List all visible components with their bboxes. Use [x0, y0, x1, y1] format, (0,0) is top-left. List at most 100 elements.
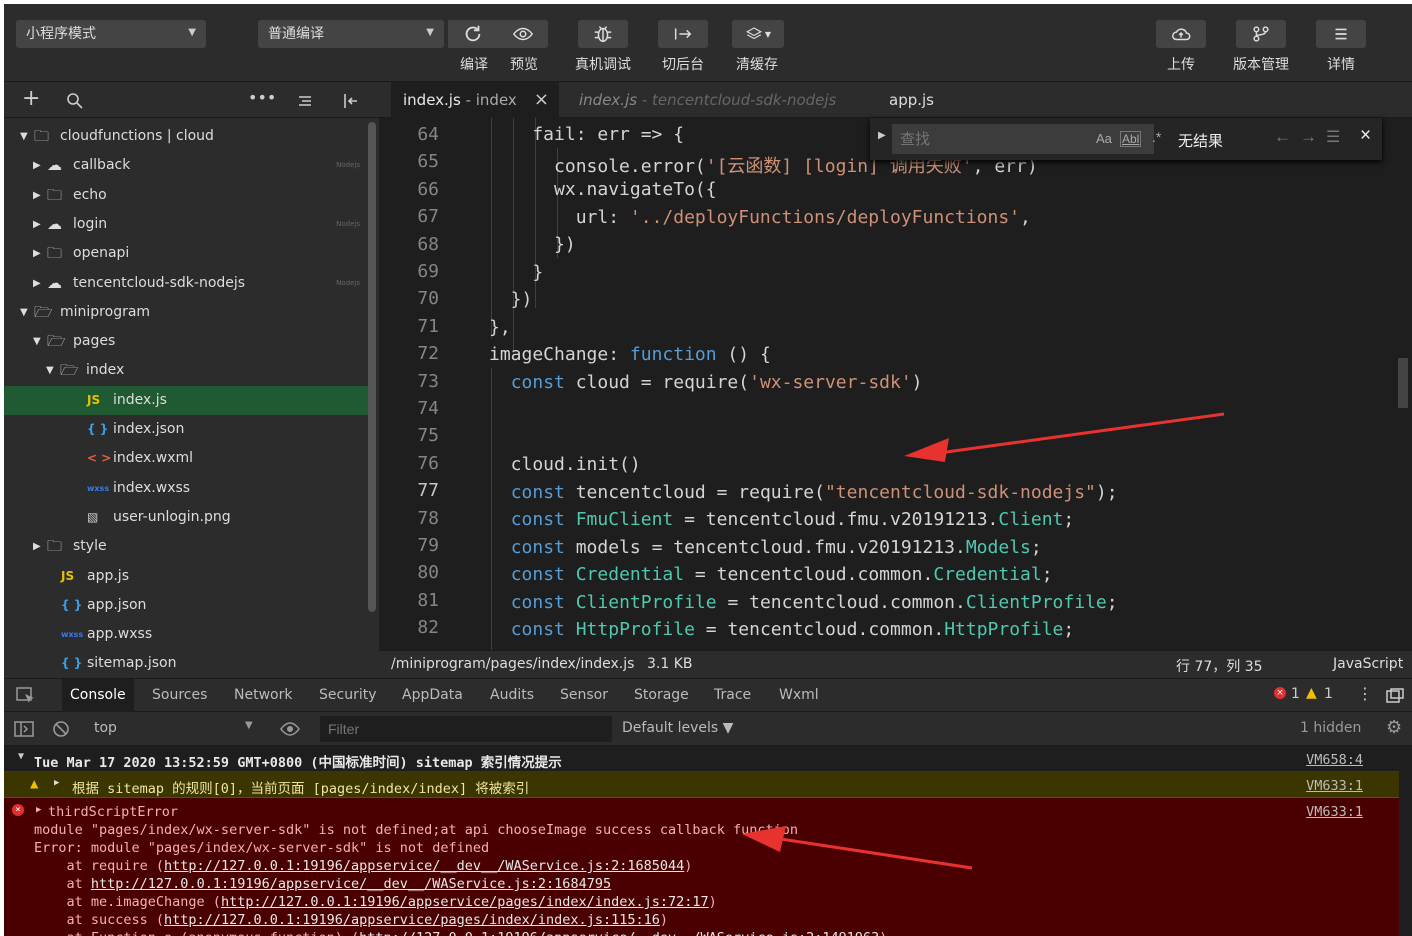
device-debug-button[interactable]: [578, 20, 628, 48]
expand-arrow-icon[interactable]: ▼: [18, 751, 24, 762]
inspect-icon[interactable]: [16, 687, 36, 705]
warning-count[interactable]: 1: [1324, 686, 1333, 702]
tab-index-js-sdk[interactable]: index.js - tencentcloud-sdk-nodejs: [567, 82, 848, 118]
tree-item[interactable]: wxss index.wxss: [4, 474, 368, 503]
tree-item[interactable]: ▶ ☁ callback Nodejs: [4, 151, 368, 180]
devtools-tab-wxml[interactable]: Wxml: [771, 679, 827, 712]
tree-item[interactable]: { } sitemap.json: [4, 649, 368, 678]
add-icon[interactable]: +: [22, 86, 40, 111]
code-editor[interactable]: 64 65 66 67 68 69 70 71 72 73 74 75 76 77 78 79 80 81 82 f…: [379, 118, 1412, 650]
expand-arrow-icon[interactable]: ▼: [33, 327, 41, 356]
devtools-tab-network[interactable]: Network: [226, 679, 300, 712]
menu-lines-icon: [1335, 28, 1347, 40]
collapsed-arrow-icon[interactable]: ▶: [33, 269, 41, 298]
tree-item[interactable]: JS app.js: [4, 562, 368, 591]
tree-item[interactable]: ▼ 🗁 miniprogram: [4, 298, 368, 327]
tab-index-js[interactable]: index.js - index ×: [391, 82, 559, 118]
upload-button[interactable]: [1156, 20, 1206, 48]
match-case-toggle[interactable]: Aa: [1096, 131, 1112, 146]
error-message: module "pages/index/wx-server-sdk" is no…: [34, 822, 799, 838]
close-icon[interactable]: ×: [534, 82, 549, 118]
console-filter-input[interactable]: [320, 716, 612, 742]
language-mode[interactable]: JavaScript: [1333, 656, 1403, 672]
find-result: 无结果: [1178, 133, 1224, 150]
devtools-tab-sources[interactable]: Sources: [144, 679, 215, 712]
cursor-position[interactable]: 行 77，列 35: [1176, 656, 1263, 676]
collapsed-arrow-icon[interactable]: ▶: [33, 239, 41, 268]
collapsed-arrow-icon[interactable]: ▶: [33, 151, 41, 180]
gear-icon[interactable]: ⚙: [1386, 717, 1402, 738]
tree-item[interactable]: ▼ 🗁 pages: [4, 327, 368, 356]
source-link[interactable]: VM633:1: [1306, 778, 1363, 794]
arrow-right-icon[interactable]: →: [1300, 127, 1317, 147]
stack-link[interactable]: http://127.0.0.1:19196/appservice/__dev_…: [359, 930, 879, 936]
preview-button[interactable]: [498, 20, 548, 48]
editor-scrollbar[interactable]: [1398, 358, 1408, 408]
version-button[interactable]: [1236, 20, 1286, 48]
mode-select[interactable]: 小程序模式 ▼: [16, 20, 206, 48]
chevron-right-icon[interactable]: ▶: [878, 130, 886, 141]
details-button[interactable]: [1316, 20, 1366, 48]
clear-cache-button[interactable]: ▼: [732, 20, 784, 48]
search-icon[interactable]: [66, 92, 84, 110]
devtools-tab-trace[interactable]: Trace: [706, 679, 759, 712]
tree-item[interactable]: ▼ 🗀 cloudfunctions | cloud: [4, 122, 368, 151]
tree-item[interactable]: ▶ ☁ tencentcloud-sdk-nodejs Nodejs: [4, 269, 368, 298]
dock-icon[interactable]: [1386, 688, 1404, 704]
devtools-tab-sensor[interactable]: Sensor: [552, 679, 616, 712]
tree-item[interactable]: ▧ user-unlogin.png: [4, 503, 368, 532]
expand-arrow-icon[interactable]: ▼: [46, 356, 54, 385]
regex-toggle[interactable]: .*: [1152, 129, 1161, 145]
selection-icon[interactable]: ☰: [1326, 127, 1340, 147]
tree-item[interactable]: { } app.json: [4, 591, 368, 620]
collapsed-arrow-icon[interactable]: ▶: [33, 210, 41, 239]
eye-icon[interactable]: [280, 722, 300, 736]
compile-button[interactable]: [448, 20, 498, 48]
error-count[interactable]: 1: [1291, 686, 1300, 702]
clear-console-icon[interactable]: [52, 720, 70, 738]
sidebar-toggle-icon[interactable]: [14, 721, 34, 737]
collapse-all-icon[interactable]: [296, 92, 314, 110]
compile-select[interactable]: 普通编译 ▼: [258, 20, 444, 48]
tab-app-js[interactable]: app.js: [877, 82, 946, 118]
tree-item[interactable]: ▶ 🗀 openapi: [4, 239, 368, 268]
source-link[interactable]: VM658:4: [1306, 752, 1363, 768]
stack-link[interactable]: http://127.0.0.1:19196/appservice/pages/…: [221, 894, 709, 910]
chevron-down-icon[interactable]: ▼: [245, 720, 253, 731]
background-button[interactable]: [658, 20, 708, 48]
close-icon[interactable]: ×: [1360, 125, 1371, 147]
tree-item[interactable]: { } index.json: [4, 415, 368, 444]
log-levels-select[interactable]: Default levels ▼: [622, 720, 733, 736]
tree-item[interactable]: ▶ ☁ login Nodejs: [4, 210, 368, 239]
devtools-tab-console[interactable]: Console: [62, 679, 134, 712]
devtools-tab-appdata[interactable]: AppData: [394, 679, 471, 712]
match-word-toggle[interactable]: Abl: [1120, 131, 1142, 147]
expand-arrow-icon[interactable]: ▼: [20, 298, 28, 327]
more-icon[interactable]: •••: [248, 88, 276, 107]
console-group[interactable]: ▼ Tue Mar 17 2020 13:52:59 GMT+0800 (中国标…: [4, 746, 1399, 772]
expand-arrow-icon[interactable]: ▶: [54, 778, 59, 788]
tree-item[interactable]: ▶ 🗀 style: [4, 532, 368, 561]
toggle-sidebar-icon[interactable]: [341, 91, 361, 111]
source-link[interactable]: VM633:1: [1306, 804, 1363, 820]
stack-link[interactable]: http://127.0.0.1:19196/appservice/pages/…: [164, 912, 660, 928]
stack-link[interactable]: http://127.0.0.1:19196/appservice/__dev_…: [164, 858, 684, 874]
sidebar-scrollbar[interactable]: [368, 122, 376, 612]
stack-link[interactable]: http://127.0.0.1:19196/appservice/__dev_…: [91, 876, 611, 892]
expand-arrow-icon[interactable]: ▼: [20, 122, 28, 151]
kebab-menu-icon[interactable]: ⋮: [1357, 684, 1373, 703]
tree-item[interactable]: ▶ 🗀 echo: [4, 181, 368, 210]
expand-arrow-icon[interactable]: ▶: [36, 805, 41, 815]
collapsed-arrow-icon[interactable]: ▶: [33, 532, 41, 561]
tree-item[interactable]: JS index.js: [4, 385, 368, 415]
devtools-tab-storage[interactable]: Storage: [626, 679, 697, 712]
arrow-left-icon[interactable]: ←: [1274, 127, 1291, 147]
find-input[interactable]: [892, 124, 1154, 154]
context-select[interactable]: top: [94, 720, 117, 736]
devtools-tab-security[interactable]: Security: [311, 679, 385, 712]
tree-item[interactable]: < > index.wxml: [4, 444, 368, 473]
tree-item[interactable]: ▼ 🗁 index: [4, 356, 368, 385]
devtools-tab-audits[interactable]: Audits: [482, 679, 542, 712]
tree-item[interactable]: wxss app.wxss: [4, 620, 368, 649]
collapsed-arrow-icon[interactable]: ▶: [33, 181, 41, 210]
